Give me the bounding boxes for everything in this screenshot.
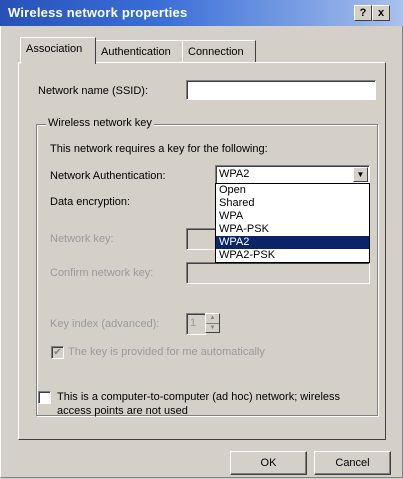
network-auth-dropdown: Open Shared WPA WPA-PSK WPA2 WPA2-PSK [215,183,370,263]
network-auth-value: WPA2 [219,168,250,180]
network-key-label: Network key: [50,233,114,245]
network-key-input[interactable] [186,228,218,250]
option-wpa-psk[interactable]: WPA-PSK [216,223,369,236]
spin-down-icon[interactable]: ▼ [206,324,219,332]
tab-association[interactable]: Association [20,37,96,64]
confirm-key-label: Confirm network key: [50,267,154,279]
key-index-label: Key index (advanced): [50,318,160,330]
ssid-input[interactable] [186,80,376,100]
checkmark-icon: ✔ [53,347,62,358]
tab-connection[interactable]: Connection [182,40,256,63]
window-title: Wireless network properties [8,5,188,20]
title-bar: Wireless network properties ? x [0,0,403,26]
adhoc-checkbox[interactable] [38,391,51,404]
adhoc-label-line1: This is a computer-to-computer (ad hoc) … [57,391,341,403]
chevron-down-icon[interactable]: ▼ [353,167,368,182]
requires-text: This network requires a key for the foll… [50,143,268,155]
key-index-value: 1 [190,317,197,329]
auto-key-checkbox[interactable]: ✔ [51,346,64,359]
tab-authentication[interactable]: Authentication [95,40,183,63]
auto-key-label: The key is provided for me automatically [68,346,265,358]
close-button[interactable]: x [372,5,390,21]
data-encryption-label: Data encryption: [50,196,131,208]
cancel-button[interactable]: Cancel [314,451,391,475]
ok-button[interactable]: OK [230,451,307,475]
network-auth-select[interactable]: WPA2 ▼ [215,165,370,185]
confirm-key-input[interactable] [186,262,370,284]
key-index-input[interactable]: 1 [186,313,206,335]
option-shared[interactable]: Shared [216,197,369,210]
option-wpa2-psk[interactable]: WPA2-PSK [216,249,369,262]
option-wpa2[interactable]: WPA2 [216,236,369,249]
option-open[interactable]: Open [216,184,369,197]
option-wpa[interactable]: WPA [216,210,369,223]
network-auth-label: Network Authentication: [50,170,166,182]
adhoc-label-line2: access points are not used [57,405,188,417]
ssid-label: Network name (SSID): [38,85,149,97]
spin-up-icon[interactable]: ▲ [206,314,219,324]
help-button[interactable]: ? [354,5,372,21]
key-index-spinner[interactable]: ▲ ▼ [205,313,220,333]
group-title: Wireless network key [46,117,154,129]
